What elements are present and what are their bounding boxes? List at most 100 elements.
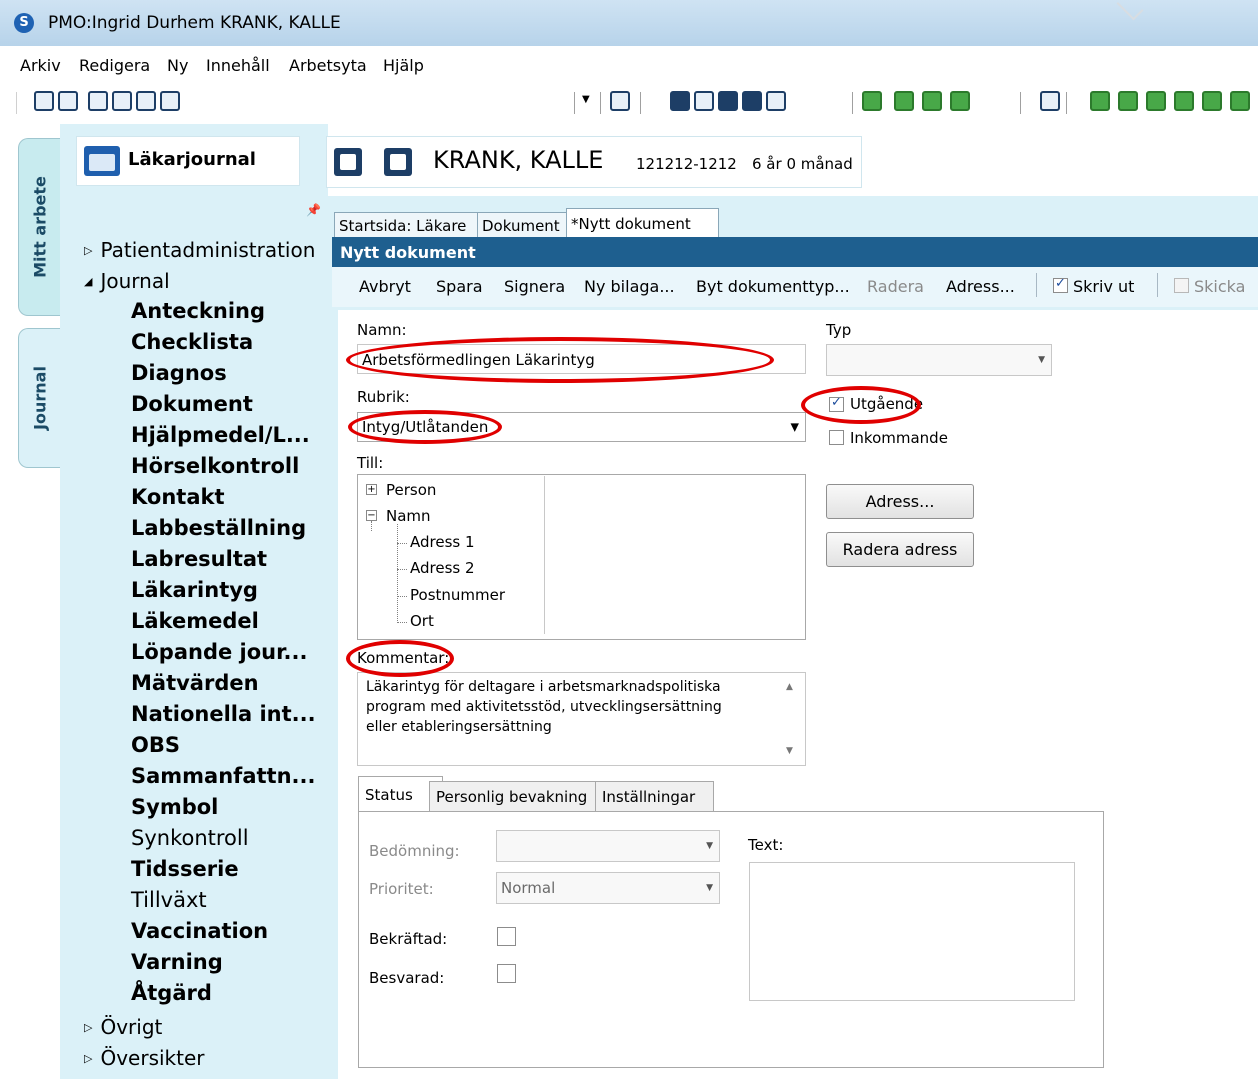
- nav-group-journal[interactable]: ◢ Journal: [84, 269, 170, 293]
- tree-item-postnummer[interactable]: Postnummer: [410, 586, 505, 604]
- tab-journal[interactable]: Journal: [18, 328, 60, 468]
- nav-item-diagnos[interactable]: Diagnos: [131, 361, 227, 385]
- nav-item-synkontroll[interactable]: Synkontroll: [131, 826, 249, 850]
- status-text-area[interactable]: [749, 862, 1075, 1001]
- tree-item-adress2[interactable]: Adress 2: [410, 559, 475, 577]
- tab-dokument[interactable]: Dokument: [477, 212, 573, 238]
- menu-arbetsyta[interactable]: Arbetsyta: [289, 56, 367, 75]
- collapse-icon[interactable]: −: [366, 510, 377, 521]
- star-icon[interactable]: [894, 91, 914, 111]
- ny-bilaga-button[interactable]: Ny bilaga...: [584, 277, 675, 296]
- search-icon[interactable]: [34, 91, 54, 111]
- byt-dokumenttyp-button[interactable]: Byt dokumenttyp...: [696, 277, 850, 296]
- rubrik-select[interactable]: Intyg/Utlåtanden ▼: [357, 412, 806, 442]
- mail-icon[interactable]: [862, 91, 882, 111]
- menu-redigera[interactable]: Redigera: [79, 56, 150, 75]
- besvarad-checkbox[interactable]: [497, 964, 516, 983]
- nav-item-dokument[interactable]: Dokument: [131, 392, 253, 416]
- typ-select[interactable]: ▼: [826, 344, 1052, 376]
- patient-card-icon[interactable]: [384, 148, 412, 176]
- tree-item-adress1[interactable]: Adress 1: [410, 533, 475, 551]
- radera-button[interactable]: Radera: [867, 277, 924, 296]
- nav-group-patientadmin[interactable]: ▷ Patientadministration: [84, 238, 315, 262]
- tools-icon[interactable]: [1202, 91, 1222, 111]
- nav-item-sammanfattning[interactable]: Sammanfattn...: [131, 764, 315, 788]
- menu-arkiv[interactable]: Arkiv: [20, 56, 61, 75]
- utgaende-checkbox[interactable]: [829, 395, 844, 412]
- tree-item-person[interactable]: Person: [386, 481, 436, 499]
- inkommande-checkbox[interactable]: [829, 430, 844, 445]
- patient-icon[interactable]: [160, 91, 180, 111]
- kommentar-textarea[interactable]: Läkarintyg för deltagare i arbetsmarknad…: [357, 672, 806, 766]
- skicka-checkbox[interactable]: [1174, 278, 1189, 293]
- nav-item-lakemedel[interactable]: Läkemedel: [131, 609, 259, 633]
- home-icon[interactable]: [334, 148, 362, 176]
- nav-item-kontakt[interactable]: Kontakt: [131, 485, 225, 509]
- bedomning-select[interactable]: ▼: [496, 830, 720, 862]
- avbryt-button[interactable]: Avbryt: [359, 277, 411, 296]
- nav-item-vaccination[interactable]: Vaccination: [131, 919, 268, 943]
- layout-single-icon[interactable]: [766, 91, 786, 111]
- radera-adress-button[interactable]: Radera adress: [826, 532, 974, 567]
- menu-ny[interactable]: Ny: [167, 56, 188, 75]
- tab-mitt-arbete[interactable]: Mitt arbete: [18, 138, 60, 316]
- nav-item-anteckning[interactable]: Anteckning: [131, 299, 265, 323]
- menu-innehall[interactable]: Innehåll: [206, 56, 270, 75]
- close-patient-icon[interactable]: [58, 91, 78, 111]
- nav-item-varning[interactable]: Varning: [131, 950, 223, 974]
- nav-item-tidsserie[interactable]: Tidsserie: [131, 857, 239, 881]
- skriv-ut-checkbox[interactable]: [1053, 276, 1068, 293]
- document-icon[interactable]: [112, 91, 132, 111]
- nav-item-lakarintyg[interactable]: Läkarintyg: [131, 578, 258, 602]
- tab-nytt-dokument[interactable]: *Nytt dokument: [566, 208, 719, 238]
- scroll-down-icon[interactable]: ▼: [786, 746, 793, 756]
- signera-button[interactable]: Signera: [504, 277, 565, 296]
- nav-item-checklista[interactable]: Checklista: [131, 330, 253, 354]
- user-icon[interactable]: [1230, 91, 1250, 111]
- layout-split-icon[interactable]: [694, 91, 714, 111]
- refresh-icon[interactable]: [610, 91, 630, 111]
- prioritet-select[interactable]: Normal ▼: [496, 872, 720, 904]
- tree-item-namn[interactable]: Namn: [386, 507, 431, 525]
- nav-group-oversikter[interactable]: ▷ Översikter: [84, 1046, 205, 1070]
- tab-personlig-bevakning[interactable]: Personlig bevakning: [429, 781, 606, 812]
- menu-hjalp[interactable]: Hjälp: [383, 56, 424, 75]
- nav-item-obs[interactable]: OBS: [131, 733, 180, 757]
- calendar-icon[interactable]: [950, 91, 970, 111]
- nav-item-symbol[interactable]: Symbol: [131, 795, 218, 819]
- nav-item-hjalpmedel[interactable]: Hjälpmedel/L...: [131, 423, 310, 447]
- dropdown-arrow-icon[interactable]: ▼: [582, 94, 590, 105]
- tree-item-ort[interactable]: Ort: [410, 612, 434, 630]
- nav-item-tillvaxt[interactable]: Tillväxt: [131, 888, 207, 912]
- nav-group-ovrigt[interactable]: ▷ Övrigt: [84, 1015, 162, 1039]
- nav-item-nationella[interactable]: Nationella int...: [131, 702, 316, 726]
- nav-item-labbestallning[interactable]: Labbeställning: [131, 516, 306, 540]
- form-icon[interactable]: [136, 91, 156, 111]
- nav-item-labresultat[interactable]: Labresultat: [131, 547, 267, 571]
- namn-input[interactable]: Arbetsförmedlingen Läkarintyg: [357, 344, 806, 374]
- layout-rows-icon[interactable]: [742, 91, 762, 111]
- tab-startsida[interactable]: Startsida: Läkare: [334, 212, 483, 238]
- print-icon[interactable]: [88, 91, 108, 111]
- layout-columns-icon[interactable]: [718, 91, 738, 111]
- tab-installningar[interactable]: Inställningar: [595, 781, 714, 812]
- edit-icon[interactable]: [1146, 91, 1166, 111]
- nav-item-matvarden[interactable]: Mätvärden: [131, 671, 259, 695]
- adress-button[interactable]: Adress...: [826, 484, 974, 519]
- adress-toolbar-button[interactable]: Adress...: [946, 277, 1015, 296]
- pin-icon[interactable]: 📌: [306, 203, 321, 217]
- expand-icon[interactable]: +: [366, 484, 377, 495]
- toolbar-separator: [600, 92, 601, 114]
- contacts-icon[interactable]: [1090, 91, 1110, 111]
- nav-item-atgard[interactable]: Åtgärd: [131, 981, 212, 1005]
- pen-icon[interactable]: [1174, 91, 1194, 111]
- layout-grid-icon[interactable]: [670, 91, 690, 111]
- nav-item-horselkontroll[interactable]: Hörselkontroll: [131, 454, 299, 478]
- notes-icon[interactable]: [1118, 91, 1138, 111]
- people-icon[interactable]: [922, 91, 942, 111]
- spara-button[interactable]: Spara: [436, 277, 483, 296]
- bekraftad-checkbox[interactable]: [497, 927, 516, 946]
- nav-item-lopande-journal[interactable]: Löpande jour...: [131, 640, 307, 664]
- scroll-up-icon[interactable]: ▲: [786, 682, 793, 692]
- window-icon[interactable]: [1040, 91, 1060, 111]
